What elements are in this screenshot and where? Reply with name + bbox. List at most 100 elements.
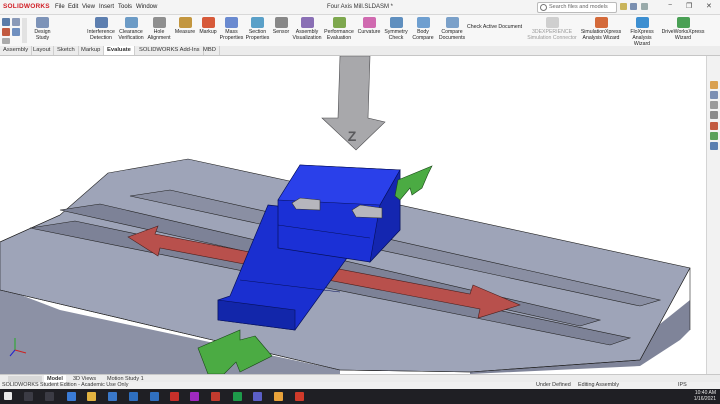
simulationxpress-button[interactable]: SimulationXpress Analysis Wizard	[578, 15, 624, 46]
windows-start-icon[interactable]	[4, 392, 12, 400]
command-manager: Design Study Interference Detection Clea…	[0, 15, 720, 47]
task-view-icon[interactable]	[45, 392, 54, 401]
status-message: SOLIDWORKS Student Edition - Academic Us…	[2, 382, 129, 388]
design-study-icon	[36, 17, 49, 28]
units-selector[interactable]: IPS	[678, 382, 687, 389]
edge-icon[interactable]	[67, 392, 76, 401]
status-under-defined: Under Defined	[536, 382, 571, 388]
resources-icon[interactable]	[710, 91, 718, 99]
3dexperience-icon	[545, 17, 559, 28]
tab-mbd[interactable]: MBD	[200, 46, 220, 55]
restore-icon[interactable]: ❐	[686, 2, 692, 10]
home-icon[interactable]	[710, 81, 718, 89]
options-icon[interactable]	[641, 3, 648, 10]
compare-documents-icon	[445, 17, 459, 28]
tab-markup[interactable]: Markup	[78, 46, 105, 55]
menu-view[interactable]: View	[82, 4, 95, 10]
menu-insert[interactable]: Insert	[99, 4, 114, 10]
driveworksxpress-button[interactable]: DriveWorksXpress Wizard	[660, 15, 706, 46]
hole-alignment-button[interactable]: Hole Alignment	[145, 15, 173, 46]
section-properties-button[interactable]: Section Properties	[244, 15, 271, 46]
search-input[interactable]: Search files and models	[549, 4, 608, 10]
store-icon[interactable]	[108, 392, 117, 401]
performance-icon	[332, 17, 346, 28]
title-bar: SOLIDWORKS File Edit View Insert Tools W…	[0, 0, 720, 15]
powerpoint-icon[interactable]	[211, 392, 220, 401]
task-pane-bar	[706, 56, 720, 374]
measure-icon	[178, 17, 192, 28]
new-icon[interactable]	[2, 18, 10, 26]
solidworks-taskbar-icon[interactable]	[170, 392, 179, 401]
excel-icon[interactable]	[233, 392, 242, 401]
help-icon[interactable]	[620, 3, 627, 10]
simulation-connector-button[interactable]: 3DEXPERIENCE Simulation Connector	[527, 15, 577, 46]
teams-icon[interactable]	[253, 392, 262, 401]
markup-icon	[201, 17, 215, 28]
close-icon[interactable]: ✕	[706, 2, 712, 10]
design-study-button[interactable]: Design Study	[30, 15, 55, 46]
body-compare-button[interactable]: Body Compare	[409, 15, 437, 46]
curvature-icon	[362, 17, 376, 28]
menu-edit[interactable]: Edit	[68, 4, 78, 10]
interference-icon	[94, 17, 108, 28]
chrome-icon[interactable]	[274, 392, 283, 401]
assembly-visualization-button[interactable]: Assembly Visualization	[291, 15, 323, 46]
minimize-icon[interactable]: −	[668, 2, 672, 9]
mass-properties-button[interactable]: Mass Properties	[219, 15, 244, 46]
hole-alignment-icon	[152, 17, 166, 28]
file-explorer-icon[interactable]	[710, 111, 718, 119]
view-palette-icon[interactable]	[710, 122, 718, 130]
markup-button[interactable]: Markup	[197, 15, 219, 46]
y-axis-arrow-back[interactable]	[394, 165, 433, 201]
rebuild-icon[interactable]	[12, 28, 20, 36]
system-clock[interactable]: 10:40 AM 1/16/2021	[694, 390, 716, 402]
file-explorer-taskbar-icon[interactable]	[87, 392, 96, 401]
word-icon[interactable]	[150, 392, 159, 401]
measure-button[interactable]: Measure	[173, 15, 197, 46]
search-box[interactable]: Search files and models	[537, 2, 617, 13]
clearance-icon	[124, 17, 138, 28]
assembly-visualization-icon	[300, 17, 314, 28]
assembly-model[interactable]: Z	[0, 56, 706, 374]
z-axis-label: Z	[348, 128, 357, 144]
symmetry-check-icon	[389, 17, 403, 28]
graphics-area[interactable]: Z	[0, 56, 706, 374]
search-taskbar-icon[interactable]	[24, 392, 33, 401]
tab-assembly[interactable]: Assembly	[0, 46, 33, 55]
open-icon[interactable]	[12, 18, 20, 26]
simulationxpress-icon	[594, 17, 608, 28]
driveworksxpress-icon	[676, 17, 690, 28]
custom-properties-icon[interactable]	[710, 142, 718, 150]
compare-documents-button[interactable]: Compare Documents	[437, 15, 467, 46]
appearances-icon[interactable]	[710, 132, 718, 140]
section-properties-icon	[251, 17, 264, 28]
menu-file[interactable]: File	[55, 4, 65, 10]
design-library-icon[interactable]	[710, 101, 718, 109]
curvature-button[interactable]: Curvature	[355, 15, 383, 46]
mail-icon[interactable]	[129, 392, 138, 401]
check-active-document-button[interactable]: Check Active Document	[467, 15, 525, 46]
tab-sketch[interactable]: Sketch	[54, 46, 79, 55]
tab-evaluate[interactable]: Evaluate	[104, 46, 135, 55]
floxpress-button[interactable]: FloXpress Analysis Wizard	[624, 15, 660, 47]
performance-evaluation-button[interactable]: Performance Evaluation	[323, 15, 355, 46]
app-icon[interactable]	[295, 392, 304, 401]
tab-solidworks-addins[interactable]: SOLIDWORKS Add-Ins	[136, 46, 204, 55]
body-compare-icon	[416, 17, 430, 28]
menu-window[interactable]: Window	[136, 4, 157, 10]
tab-layout[interactable]: Layout	[30, 46, 55, 55]
sensor-button[interactable]: Sensor	[271, 15, 291, 46]
interference-detection-button[interactable]: Interference Detection	[85, 15, 117, 46]
symmetry-check-button[interactable]: Symmetry Check	[383, 15, 409, 46]
undo-icon[interactable]	[2, 28, 10, 36]
onenote-icon[interactable]	[190, 392, 199, 401]
clearance-verification-button[interactable]: Clearance Verification	[117, 15, 145, 46]
solidworks-logo[interactable]: SOLIDWORKS	[3, 3, 50, 10]
user-icon[interactable]	[630, 3, 637, 10]
menu-tools[interactable]: Tools	[118, 4, 132, 10]
command-manager-tabs: Assembly Layout Sketch Markup Evaluate S…	[0, 46, 720, 99]
windows-taskbar: 10:40 AM 1/16/2021	[0, 389, 720, 404]
search-icon	[540, 4, 547, 11]
print-icon[interactable]	[2, 38, 10, 44]
floxpress-icon	[635, 17, 649, 28]
